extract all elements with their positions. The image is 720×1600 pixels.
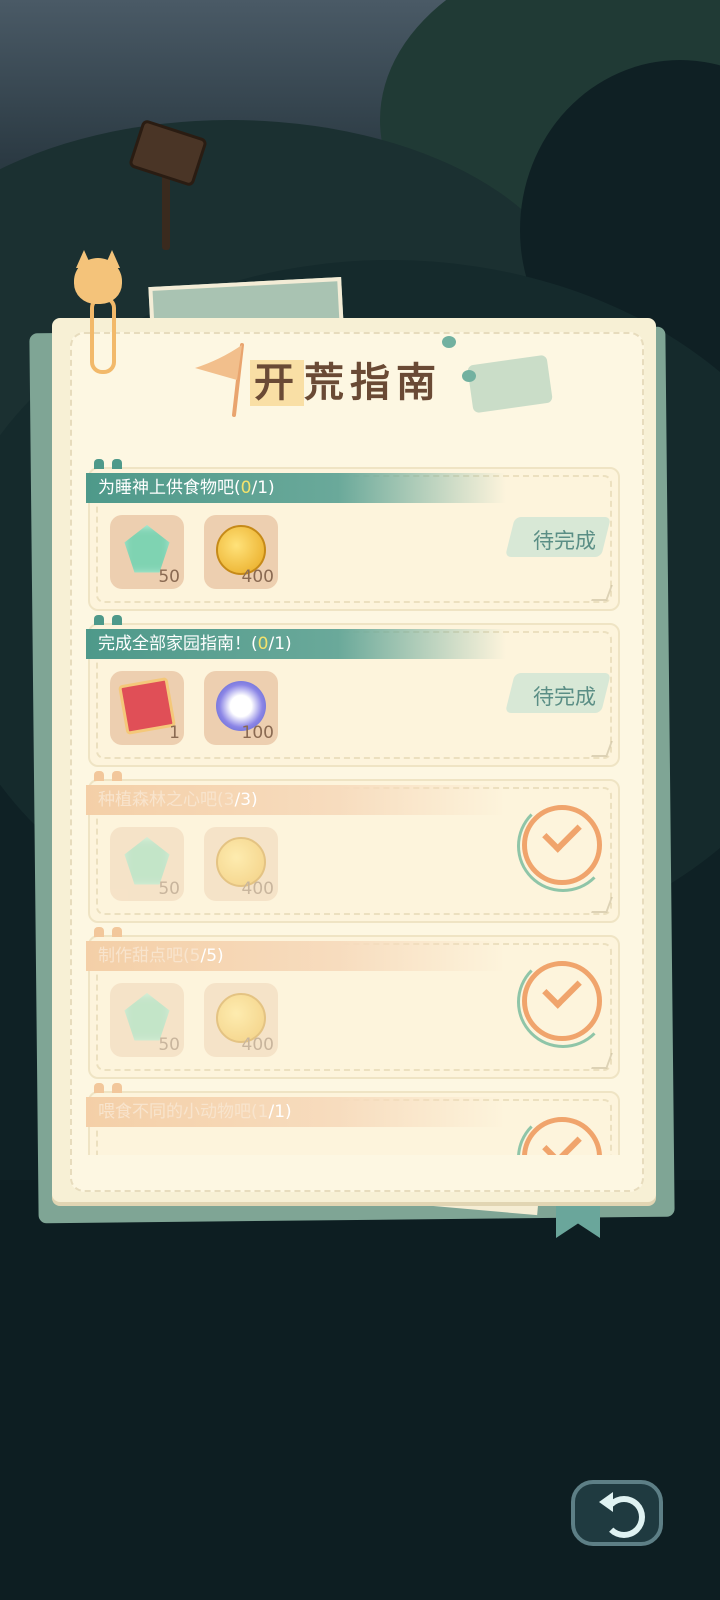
recipe-book-icon (118, 677, 176, 735)
panel-header: 开荒指南 (180, 336, 553, 430)
task-name: 制作甜点吧( (98, 946, 190, 966)
reward-count: 50 (158, 879, 180, 899)
task-name: 为睡神上供食物吧( (98, 478, 241, 498)
paw-icon (462, 370, 476, 382)
reward-count: 400 (241, 567, 274, 587)
task-list[interactable]: 为睡神上供食物吧(0/1) 50 400 待完成 完成全部家园指南！(0/1) 1 100 待… (84, 455, 624, 1155)
status-label: 待完成 (533, 685, 596, 709)
reward-count: 100 (241, 723, 274, 743)
task-name: 喂食不同的小动物吧( (98, 1102, 258, 1122)
task-name: 完成全部家园指南！( (98, 634, 258, 654)
task-card: 为睡神上供食物吧(0/1) 50 400 待完成 (86, 459, 620, 611)
task-progress: 5/5) (189, 946, 224, 966)
task-card: 制作甜点吧(5/5) 50 400 (86, 927, 620, 1079)
reward-count: 400 (241, 879, 274, 899)
task-progress: 3/3) (223, 790, 258, 810)
task-title: 制作甜点吧(5/5) (86, 941, 506, 971)
reward-item[interactable]: 400 (204, 515, 278, 589)
task-card: 完成全部家园指南！(0/1) 1 100 待完成 (86, 615, 620, 767)
task-title: 完成全部家园指南！(0/1) (86, 629, 506, 659)
task-progress: 0/1) (240, 478, 275, 498)
task-card: 种植森林之心吧(3/3) 50 400 (86, 771, 620, 923)
completed-check-icon (517, 1112, 602, 1155)
task-title: 喂食不同的小动物吧(1/1) (86, 1097, 506, 1127)
signpost (127, 118, 209, 250)
task-progress: 0/1) (257, 634, 292, 654)
reward-count: 400 (241, 1035, 274, 1055)
task-title: 为睡神上供食物吧(0/1) (86, 473, 506, 503)
reward-count: 50 (158, 567, 180, 587)
reward-item[interactable]: 400 (204, 983, 278, 1057)
reward-item[interactable]: 50 (110, 827, 184, 901)
reward-item[interactable]: 400 (204, 827, 278, 901)
reward-item[interactable]: 50 (110, 983, 184, 1057)
completed-check-icon (517, 800, 609, 892)
task-card: 喂食不同的小动物吧(1/1) (86, 1083, 620, 1155)
page-title: 开荒指南 (250, 350, 442, 408)
fox-paperclip-icon (70, 250, 126, 374)
task-name: 种植森林之心吧( (98, 790, 224, 810)
flag-icon (195, 343, 244, 417)
back-button[interactable] (571, 1480, 663, 1546)
task-title: 种植森林之心吧(3/3) (86, 785, 506, 815)
reward-item[interactable]: 50 (110, 515, 184, 589)
completed-check-icon (517, 956, 609, 1048)
task-progress: 1/1) (257, 1102, 292, 1122)
paw-icon (442, 336, 456, 348)
reward-item[interactable]: 100 (204, 671, 278, 745)
status-label: 待完成 (533, 529, 596, 553)
reward-count: 50 (158, 1035, 180, 1055)
reward-item[interactable]: 1 (110, 671, 184, 745)
reward-count: 1 (169, 723, 180, 743)
